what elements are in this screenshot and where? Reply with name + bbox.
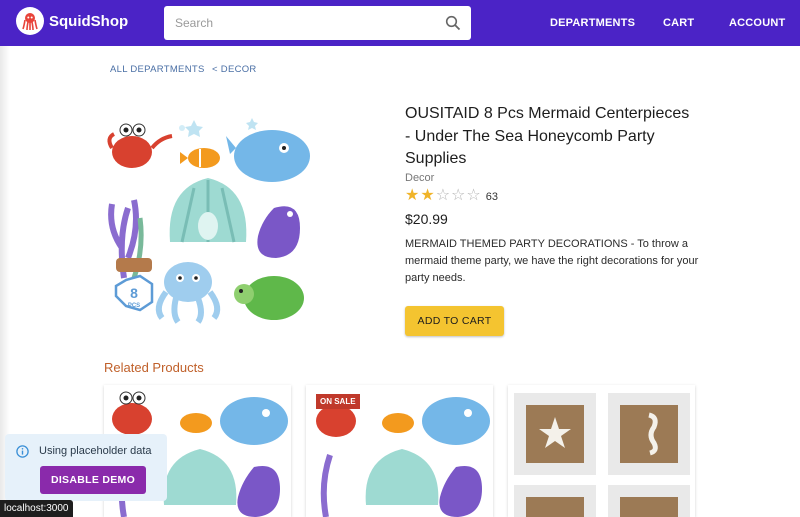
star-filled-icon: ★ [405, 187, 420, 204]
search-bar[interactable] [164, 6, 471, 40]
badge-unit: PCS [128, 303, 140, 309]
product-image: 8 PCS [104, 108, 314, 326]
demo-toast: Using placeholder data DISABLE DEMO [5, 434, 167, 501]
add-to-cart-button[interactable]: ADD TO CART [405, 306, 504, 336]
breadcrumb-all-departments[interactable]: ALL DEPARTMENTS [110, 64, 205, 75]
toast-message: Using placeholder data [39, 445, 152, 457]
badge-count: 8 [130, 285, 138, 301]
search-input[interactable] [175, 16, 435, 30]
related-products-heading: Related Products [104, 360, 204, 375]
star-filled-icon: ★ [420, 187, 435, 204]
review-count: 63 [485, 191, 498, 203]
info-icon [16, 445, 29, 463]
breadcrumb-decor[interactable]: < DECOR [212, 64, 257, 75]
related-product-card[interactable]: ON SALE [306, 385, 493, 517]
star-empty-icon: ☆ [451, 187, 466, 204]
star-empty-icon: ☆ [435, 187, 451, 204]
brand-name[interactable]: SquidShop [49, 13, 128, 30]
nav-cart[interactable]: CART [663, 17, 694, 29]
related-product-card[interactable] [508, 385, 695, 517]
status-bar-url: localhost:3000 [0, 500, 73, 517]
product-title: OUSITAID 8 Pcs Mermaid Centerpieces - Un… [405, 105, 690, 167]
product-category: Decor [405, 172, 435, 184]
star-empty-icon: ☆ [466, 187, 481, 204]
disable-demo-button[interactable]: DISABLE DEMO [40, 466, 146, 494]
product-description: MERMAID THEMED PARTY DECORATIONS - To th… [405, 238, 699, 284]
nav-departments[interactable]: DEPARTMENTS [550, 17, 635, 29]
nav-account[interactable]: ACCOUNT [729, 17, 785, 29]
on-sale-badge: ON SALE [316, 394, 360, 409]
top-app-bar: SquidShop DEPARTMENTS CART ACCOUNT [0, 0, 800, 46]
squid-logo-icon[interactable] [16, 7, 44, 35]
search-icon[interactable] [445, 15, 461, 36]
product-price: $20.99 [405, 211, 448, 227]
rating: ★ ★ ☆ ☆ ☆ 63 [405, 187, 498, 205]
